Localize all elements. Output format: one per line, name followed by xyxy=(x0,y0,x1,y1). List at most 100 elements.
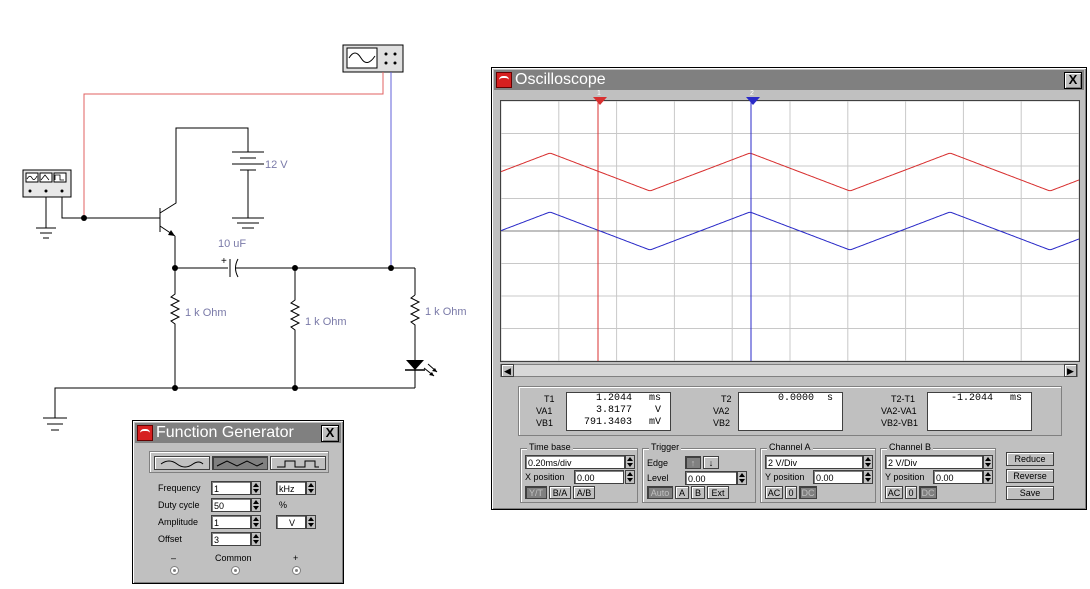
function-generator-titlebar[interactable]: Function Generator X xyxy=(135,423,341,443)
channel-b-dc-button[interactable]: DC xyxy=(919,486,937,499)
minus-terminal[interactable] xyxy=(170,566,179,575)
trigger-a-button[interactable]: A xyxy=(675,486,689,499)
frequency-unit-select[interactable]: kHz xyxy=(276,481,306,495)
resistor-1[interactable] xyxy=(169,268,181,388)
triangle-wave-button[interactable] xyxy=(212,456,268,470)
time-base-select[interactable]: 0.20ms/div xyxy=(525,455,625,469)
amplitude-unit-spinner[interactable] xyxy=(306,515,316,529)
va1-label: VA1 xyxy=(536,406,553,416)
plus-terminal[interactable] xyxy=(292,566,301,575)
channel-b-title: Channel B xyxy=(887,442,934,452)
battery[interactable] xyxy=(232,145,264,229)
channel-a-y-position-label: Y position xyxy=(765,472,805,482)
channel-b-y-position-input[interactable]: 0.00 xyxy=(933,470,983,484)
scope-display xyxy=(500,100,1080,362)
x-position-input[interactable]: 0.00 xyxy=(574,470,624,484)
ab-mode-button[interactable]: A/B xyxy=(573,486,595,499)
function-generator-title: Function Generator xyxy=(156,424,294,441)
x-position-spinner[interactable] xyxy=(625,470,635,484)
frequency-input[interactable]: 1 xyxy=(211,481,251,495)
level-label: Level xyxy=(647,473,669,483)
vb2-label: VB2 xyxy=(713,418,731,428)
cursor-2-label: 2 xyxy=(750,90,754,97)
channel-b-scale-spinner[interactable] xyxy=(983,455,993,469)
battery-label: 12 V xyxy=(265,159,288,171)
cursor-2-handle[interactable]: 2 xyxy=(746,90,760,105)
frequency-unit-spinner[interactable] xyxy=(306,481,316,495)
amplitude-unit-select[interactable]: V xyxy=(276,515,306,529)
square-wave-button[interactable] xyxy=(270,456,326,470)
offset-label: Offset xyxy=(158,534,182,544)
yt-mode-button[interactable]: Y/T xyxy=(525,486,547,499)
duty-cycle-input[interactable]: 50 xyxy=(211,498,251,512)
resistor-3[interactable] xyxy=(409,294,421,360)
channel-a-ac-button[interactable]: AC xyxy=(765,486,783,499)
trigger-auto-button[interactable]: Auto xyxy=(647,486,673,499)
t2-t1-unit: ms xyxy=(1010,393,1023,404)
common-terminal[interactable] xyxy=(231,566,240,575)
time-base-group: Time base 0.20ms/div X position 0.00 Y/T… xyxy=(520,442,638,503)
falling-edge-icon[interactable]: ↓ xyxy=(703,456,719,469)
save-button[interactable]: Save xyxy=(1006,486,1054,500)
app-icon xyxy=(496,72,512,88)
rising-edge-icon[interactable]: ↑ xyxy=(685,456,701,469)
va2-va1-label: VA2-VA1 xyxy=(881,406,917,416)
duty-cycle-spinner[interactable] xyxy=(251,498,261,512)
frequency-label: Frequency xyxy=(158,483,201,493)
channel-b-ac-button[interactable]: AC xyxy=(885,486,903,499)
scope-graph xyxy=(500,100,1080,362)
channel-b-y-position-spinner[interactable] xyxy=(983,470,993,484)
offset-spinner[interactable] xyxy=(251,532,261,546)
channel-a-scale-spinner[interactable] xyxy=(863,455,873,469)
amplitude-input[interactable]: 1 xyxy=(211,515,251,529)
resistor-2-label: 1 k Ohm xyxy=(305,316,347,328)
scroll-right-arrow-icon[interactable]: ▶ xyxy=(1064,364,1077,377)
ba-mode-button[interactable]: B/A xyxy=(549,486,571,499)
vb1-unit: mV xyxy=(649,417,662,428)
time-base-title: Time base xyxy=(527,442,573,452)
trigger-title: Trigger xyxy=(649,442,682,452)
cursor-1-handle[interactable]: 1 xyxy=(593,90,607,105)
t2-unit: s xyxy=(827,393,834,404)
scroll-left-arrow-icon[interactable]: ◀ xyxy=(501,364,514,377)
channel-a-y-position-input[interactable]: 0.00 xyxy=(813,470,863,484)
oscilloscope-titlebar[interactable]: Oscilloscope X xyxy=(494,70,1084,90)
resistor-2[interactable] xyxy=(289,268,301,388)
channel-a-scale-select[interactable]: 2 V/Div xyxy=(765,455,863,469)
function-generator-icon[interactable] xyxy=(22,169,72,198)
function-generator-window: Function Generator X Frequency 1 kHz Dut… xyxy=(132,420,344,584)
channel-a-zero-button[interactable]: 0 xyxy=(785,486,797,499)
cursor-readout-panel: T1 VA1 VB1 1.2044 ms 3.8177 V 791.3403 m… xyxy=(518,386,1062,436)
svg-text:+: + xyxy=(221,256,227,267)
channel-a-y-position-spinner[interactable] xyxy=(863,470,873,484)
channel-b-zero-button[interactable]: 0 xyxy=(905,486,917,499)
oscilloscope-icon[interactable] xyxy=(342,44,404,73)
reverse-button[interactable]: Reverse xyxy=(1006,469,1054,483)
sine-wave-button[interactable] xyxy=(154,456,210,470)
cursor-1-label: 1 xyxy=(597,90,601,97)
oscilloscope-window: Oscilloscope X 1 2 ◀ ▶ T1 VA1 VB1 1.2044… xyxy=(491,67,1087,510)
t2-t1-label: T2-T1 xyxy=(891,394,916,404)
resistor-3-label: 1 k Ohm xyxy=(425,306,467,318)
time-base-spinner[interactable] xyxy=(625,455,635,469)
close-button[interactable]: X xyxy=(321,425,339,442)
trigger-level-input[interactable]: 0.00 xyxy=(685,471,737,485)
trigger-ext-button[interactable]: Ext xyxy=(707,486,729,499)
close-button[interactable]: X xyxy=(1064,72,1082,89)
trigger-b-button[interactable]: B xyxy=(691,486,705,499)
frequency-spinner[interactable] xyxy=(251,481,261,495)
x-position-label: X position xyxy=(525,472,565,482)
channel-b-scale-select[interactable]: 2 V/Div xyxy=(885,455,983,469)
trigger-level-spinner[interactable] xyxy=(737,471,747,485)
horizontal-scrollbar[interactable]: ◀ ▶ xyxy=(500,364,1078,377)
led[interactable] xyxy=(405,360,438,388)
amplitude-spinner[interactable] xyxy=(251,515,261,529)
delta-readout-box: -1.2044 ms xyxy=(927,392,1032,431)
vb1-label: VB1 xyxy=(536,418,554,428)
channel-a-dc-button[interactable]: DC xyxy=(799,486,817,499)
waveform-selector xyxy=(149,451,329,473)
t1-value: 1.2044 xyxy=(595,393,632,404)
offset-input[interactable]: 3 xyxy=(211,532,251,546)
reduce-button[interactable]: Reduce xyxy=(1006,452,1054,466)
va1-unit: V xyxy=(655,405,662,416)
